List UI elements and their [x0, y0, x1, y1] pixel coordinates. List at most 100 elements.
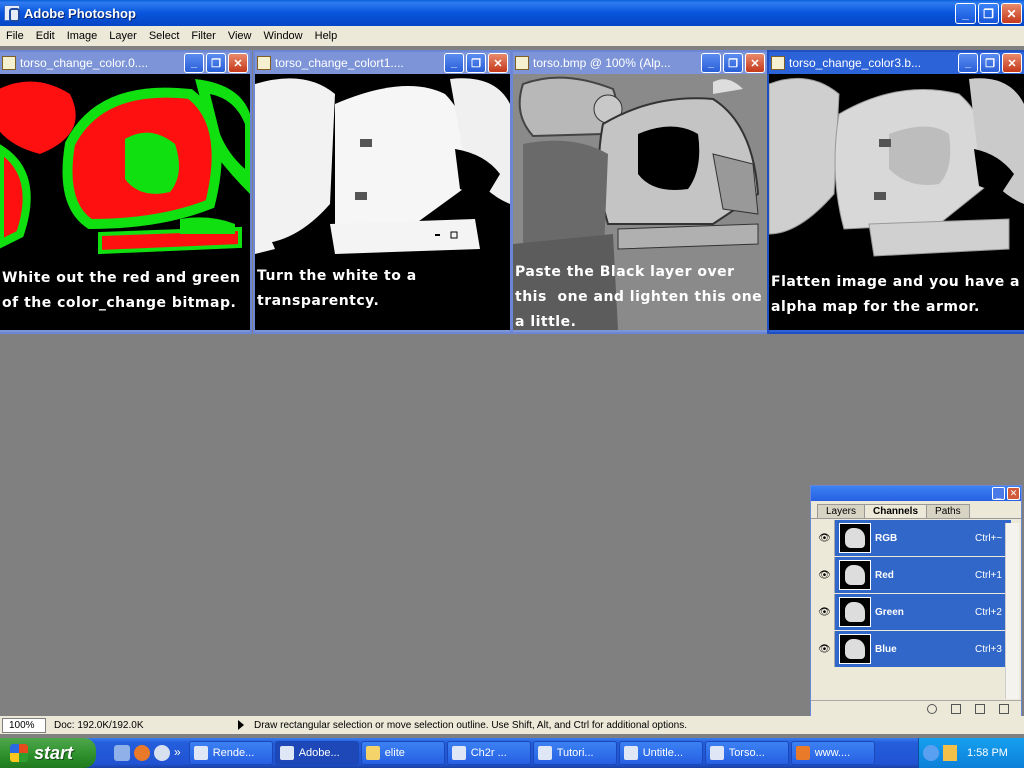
doc-maximize-button[interactable]: ❐ [980, 53, 1000, 73]
save-selection-icon[interactable] [951, 703, 961, 714]
document-window-3[interactable]: torso.bmp @ 100% (Alp... _ ❐ ✕ Paste the… [511, 50, 769, 334]
menu-edit[interactable]: Edit [30, 30, 61, 42]
palette-titlebar[interactable]: _ ✕ [811, 486, 1021, 501]
clock[interactable]: 1:58 PM [967, 747, 1008, 759]
photoshop-icon [279, 746, 294, 760]
tab-layers[interactable]: Layers [817, 504, 866, 518]
menu-view[interactable]: View [222, 30, 258, 42]
menu-filter[interactable]: Filter [185, 30, 221, 42]
doc-maximize-button[interactable]: ❐ [723, 53, 743, 73]
doc-close-button[interactable]: ✕ [228, 53, 248, 73]
app-icon [537, 746, 552, 760]
task-button[interactable]: www.... [790, 741, 875, 765]
windows-flag-icon [10, 744, 28, 762]
channel-row-blue[interactable]: 👁 Blue Ctrl+3 [815, 631, 1011, 667]
task-label: www.... [814, 747, 851, 759]
task-button[interactable]: Rende... [188, 741, 273, 765]
channel-item[interactable]: RGB Ctrl+~ [835, 520, 1011, 556]
task-button[interactable]: Tutori... [532, 741, 617, 765]
channel-thumbnail [839, 560, 871, 590]
tray-app-icon[interactable] [943, 745, 957, 761]
menu-layer[interactable]: Layer [103, 30, 143, 42]
menu-image[interactable]: Image [61, 30, 104, 42]
document-window-controls: _ ❐ ✕ [958, 53, 1022, 73]
task-label: Adobe... [298, 747, 340, 759]
doc-minimize-button[interactable]: _ [444, 53, 464, 73]
document-titlebar[interactable]: torso.bmp @ 100% (Alp... _ ❐ ✕ [513, 52, 767, 74]
menu-help[interactable]: Help [309, 30, 344, 42]
tab-channels[interactable]: Channels [864, 504, 928, 518]
doc-close-button[interactable]: ✕ [1002, 53, 1022, 73]
channel-item[interactable]: Blue Ctrl+3 [835, 631, 1011, 667]
close-button[interactable]: ✕ [1001, 3, 1022, 24]
palette-minimize-button[interactable]: _ [992, 487, 1005, 500]
system-tray: 1:58 PM [918, 738, 1024, 768]
channel-thumbnail [839, 597, 871, 627]
palette-scrollbar[interactable] [1005, 523, 1019, 699]
trash-icon[interactable] [999, 703, 1009, 714]
document-title: torso_change_colort1.... [275, 56, 404, 70]
photoshop-icon [4, 5, 20, 22]
channel-name: Red [875, 569, 894, 581]
load-selection-icon[interactable] [927, 703, 937, 714]
visibility-eye-icon[interactable]: 👁 [815, 557, 835, 593]
doc-minimize-button[interactable]: _ [701, 53, 721, 73]
channel-item[interactable]: Red Ctrl+1 [835, 557, 1011, 593]
new-channel-icon[interactable] [975, 703, 985, 714]
task-button[interactable]: Untitle... [618, 741, 703, 765]
document-canvas[interactable]: Turn the white to a transparentcy. [255, 74, 510, 330]
channel-row-red[interactable]: 👁 Red Ctrl+1 [815, 557, 1011, 593]
zoom-field[interactable]: 100% [2, 717, 46, 733]
doc-minimize-button[interactable]: _ [184, 53, 204, 73]
palette-close-button[interactable]: ✕ [1007, 487, 1020, 500]
task-button[interactable]: elite [360, 741, 445, 765]
document-titlebar[interactable]: torso_change_color3.b... _ ❐ ✕ [769, 52, 1024, 74]
status-hint: Draw rectangular selection or move selec… [254, 719, 687, 731]
task-button-active[interactable]: Adobe... [274, 741, 359, 765]
document-canvas[interactable]: Flatten image and you have a alpha map f… [769, 74, 1024, 330]
channel-thumbnail [839, 523, 871, 553]
show-desktop-icon[interactable] [114, 745, 130, 761]
document-title: torso_change_color3.b... [789, 56, 922, 70]
document-window-2[interactable]: torso_change_colort1.... _ ❐ ✕ Turn the … [253, 50, 512, 334]
document-titlebar[interactable]: torso_change_color.0.... _ ❐ ✕ [0, 52, 250, 74]
doc-maximize-button[interactable]: ❐ [466, 53, 486, 73]
visibility-eye-icon[interactable]: 👁 [815, 520, 835, 556]
browser-icon [623, 746, 638, 760]
document-window-4[interactable]: torso_change_color3.b... _ ❐ ✕ Flatten i… [767, 50, 1024, 334]
tray-expand-icon[interactable] [923, 745, 939, 761]
task-label: Torso... [728, 747, 765, 759]
visibility-eye-icon[interactable]: 👁 [815, 594, 835, 630]
channels-palette[interactable]: _ ✕ Layers Channels Paths 👁 RGB Ctrl+~ 👁… [810, 485, 1022, 717]
quick-launch: » [114, 745, 181, 761]
quick-launch-more[interactable]: » [174, 745, 181, 761]
channel-row-green[interactable]: 👁 Green Ctrl+2 [815, 594, 1011, 630]
status-menu-arrow-icon[interactable] [238, 720, 244, 730]
tab-paths[interactable]: Paths [926, 504, 970, 518]
document-window-1[interactable]: torso_change_color.0.... _ ❐ ✕ White out… [0, 50, 252, 334]
browser-icon[interactable] [154, 745, 170, 761]
firefox-icon[interactable] [134, 745, 150, 761]
menu-window[interactable]: Window [258, 30, 309, 42]
restore-button[interactable]: ❐ [978, 3, 999, 24]
doc-close-button[interactable]: ✕ [488, 53, 508, 73]
task-button[interactable]: Torso... [704, 741, 789, 765]
start-button[interactable]: start [0, 738, 96, 768]
menu-select[interactable]: Select [143, 30, 186, 42]
task-button[interactable]: Ch2r ... [446, 741, 531, 765]
task-label: Rende... [212, 747, 255, 759]
doc-close-button[interactable]: ✕ [745, 53, 765, 73]
channel-shortcut: Ctrl+~ [975, 532, 1003, 544]
app-titlebar[interactable]: Adobe Photoshop _ ❐ ✕ [0, 0, 1024, 26]
doc-maximize-button[interactable]: ❐ [206, 53, 226, 73]
channel-row-rgb[interactable]: 👁 RGB Ctrl+~ [815, 520, 1011, 556]
channel-item[interactable]: Green Ctrl+2 [835, 594, 1011, 630]
menu-file[interactable]: File [0, 30, 30, 42]
visibility-eye-icon[interactable]: 👁 [815, 631, 835, 667]
document-titlebar[interactable]: torso_change_colort1.... _ ❐ ✕ [255, 52, 510, 74]
doc-minimize-button[interactable]: _ [958, 53, 978, 73]
document-canvas[interactable]: White out the red and green of the color… [0, 74, 250, 330]
channel-name: Blue [875, 643, 897, 655]
document-canvas[interactable]: Paste the Black layer over this one and … [513, 74, 767, 330]
minimize-button[interactable]: _ [955, 3, 976, 24]
